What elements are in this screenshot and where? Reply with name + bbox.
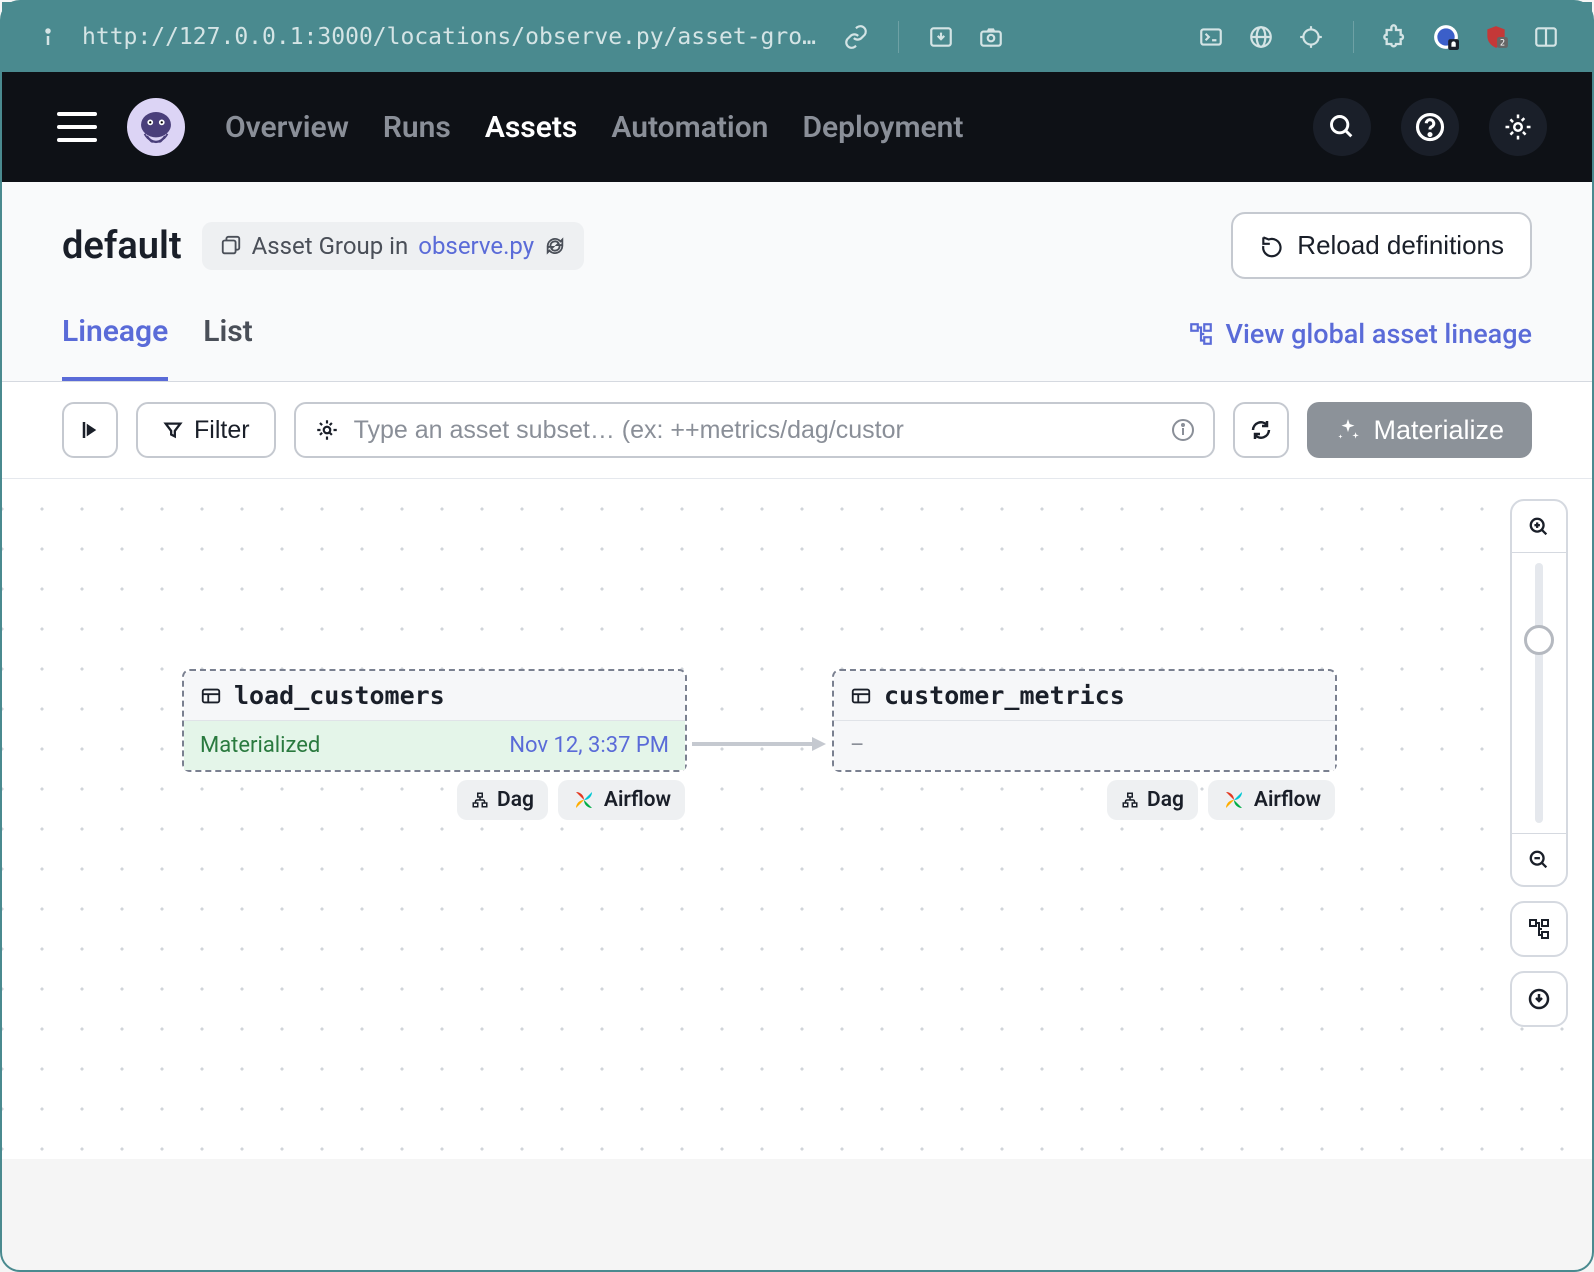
shield-icon[interactable]: 2: [1480, 21, 1512, 53]
dag-badge[interactable]: Dag: [1107, 780, 1198, 820]
profile-icon[interactable]: [1430, 21, 1462, 53]
materialize-button[interactable]: Materialize: [1307, 402, 1532, 458]
terminal-icon[interactable]: [1195, 21, 1227, 53]
nav-deployment[interactable]: Deployment: [802, 110, 963, 145]
zoom-in-button[interactable]: [1512, 501, 1566, 553]
globe-icon[interactable]: [1245, 21, 1277, 53]
target-icon[interactable]: [1295, 21, 1327, 53]
asset-icon: [200, 685, 222, 707]
zoom-slider-thumb[interactable]: [1524, 625, 1554, 655]
node-header: customer_metrics: [834, 671, 1335, 721]
selection-icon: [314, 417, 340, 443]
badge-link[interactable]: observe.py: [418, 232, 534, 260]
nav-assets[interactable]: Assets: [485, 110, 578, 145]
menu-button[interactable]: [57, 112, 97, 142]
airflow-badge[interactable]: Airflow: [558, 780, 685, 820]
sub-tabs: Lineage List View global asset lineage: [2, 279, 1592, 382]
info-icon[interactable]: [32, 21, 64, 53]
nav-runs[interactable]: Runs: [383, 110, 451, 145]
status-label: Materialized: [200, 733, 320, 758]
node-name: load_customers: [234, 681, 445, 710]
divider: [1353, 21, 1354, 53]
toolbar: Filter Materialize: [2, 382, 1592, 479]
asset-node-load-customers[interactable]: load_customers Materialized Nov 12, 3:37…: [182, 669, 687, 772]
airflow-icon: [572, 788, 596, 812]
nav-tabs: Overview Runs Assets Automation Deployme…: [225, 110, 963, 145]
lineage-canvas[interactable]: load_customers Materialized Nov 12, 3:37…: [2, 479, 1592, 1159]
help-button[interactable]: [1401, 98, 1459, 156]
panel-icon[interactable]: [1530, 21, 1562, 53]
sparkle-icon: [1335, 417, 1361, 443]
address-bar[interactable]: http://127.0.0.1:3000/locations/observe.…: [82, 24, 822, 50]
page-title: default: [62, 224, 182, 268]
download-svg-button[interactable]: [1510, 971, 1568, 1027]
badge-text: Asset Group in: [252, 232, 409, 260]
collapse-sidebar-button[interactable]: [62, 402, 118, 458]
reload-definitions-button[interactable]: Reload definitions: [1231, 212, 1532, 279]
airflow-badge[interactable]: Airflow: [1208, 780, 1335, 820]
dag-badge[interactable]: Dag: [457, 780, 548, 820]
layout-button[interactable]: [1510, 901, 1568, 957]
svg-text:2: 2: [1500, 39, 1505, 49]
nav-automation[interactable]: Automation: [611, 110, 768, 145]
group-icon: [220, 235, 242, 257]
node-badges: Dag Airflow: [1107, 780, 1335, 820]
asset-search-box[interactable]: [294, 402, 1216, 458]
refresh-icon[interactable]: [544, 235, 566, 257]
materialize-label: Materialize: [1373, 415, 1504, 446]
filter-label: Filter: [194, 416, 250, 445]
dag-icon: [1121, 791, 1139, 809]
dagster-logo[interactable]: [127, 98, 185, 156]
lineage-icon: [1188, 321, 1214, 347]
info-icon[interactable]: [1171, 418, 1195, 442]
tab-list[interactable]: List: [203, 314, 253, 381]
tab-lineage[interactable]: Lineage: [62, 314, 168, 381]
refresh-button[interactable]: [1233, 402, 1289, 458]
view-global-lineage-link[interactable]: View global asset lineage: [1188, 318, 1532, 378]
extensions-icon[interactable]: [1380, 21, 1412, 53]
node-status: Materialized Nov 12, 3:37 PM: [184, 721, 685, 770]
app-header: Overview Runs Assets Automation Deployme…: [2, 72, 1592, 182]
zoom-out-button[interactable]: [1512, 833, 1566, 885]
zoom-slider[interactable]: [1535, 563, 1543, 823]
asset-node-customer-metrics[interactable]: customer_metrics – Dag Airflow: [832, 669, 1337, 772]
browser-chrome: http://127.0.0.1:3000/locations/observe.…: [2, 2, 1592, 72]
filter-icon: [162, 419, 184, 441]
node-header: load_customers: [184, 671, 685, 721]
status-time: Nov 12, 3:37 PM: [509, 733, 669, 758]
search-button[interactable]: [1313, 98, 1371, 156]
reload-label: Reload definitions: [1297, 230, 1504, 261]
node-name: customer_metrics: [884, 681, 1125, 710]
link-icon[interactable]: [840, 21, 872, 53]
airflow-icon: [1222, 788, 1246, 812]
asset-icon: [850, 685, 872, 707]
dag-icon: [471, 791, 489, 809]
node-badges: Dag Airflow: [457, 780, 685, 820]
asset-group-badge: Asset Group in observe.py: [202, 222, 585, 270]
zoom-controls: [1510, 499, 1568, 1027]
settings-button[interactable]: [1489, 98, 1547, 156]
page-header: default Asset Group in observe.py Reload…: [2, 182, 1592, 279]
edge-arrow: [692, 734, 832, 754]
nav-overview[interactable]: Overview: [225, 110, 349, 145]
divider: [898, 21, 899, 53]
reload-icon: [1259, 233, 1285, 259]
node-status: –: [834, 721, 1335, 770]
camera-icon[interactable]: [975, 21, 1007, 53]
zoom-slider-box: [1510, 499, 1568, 887]
asset-search-input[interactable]: [354, 416, 1158, 445]
global-lineage-label: View global asset lineage: [1226, 318, 1532, 350]
status-label: –: [850, 733, 864, 758]
filter-button[interactable]: Filter: [136, 402, 276, 458]
download-icon[interactable]: [925, 21, 957, 53]
